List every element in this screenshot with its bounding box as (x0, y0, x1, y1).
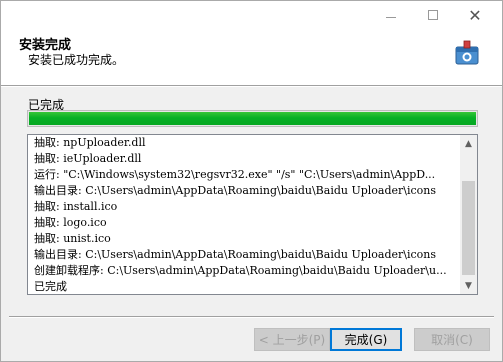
log-line: 创建卸载程序: C:\Users\admin\AppData\Roaming\b… (34, 264, 447, 277)
chevron-up-icon: ▲ (465, 138, 472, 149)
window-controls: ✕ (370, 5, 496, 25)
log-line: 输出目录: C:\Users\admin\AppData\Roaming\bai… (34, 248, 437, 261)
progress-bar-fill (29, 112, 476, 125)
scroll-down-button[interactable]: ▼ (460, 277, 477, 294)
progress-bar (27, 110, 478, 127)
close-icon: ✕ (468, 5, 482, 25)
log-line: 抽取: install.ico (34, 200, 118, 213)
scrollbar-thumb[interactable] (462, 181, 475, 275)
minimize-icon (386, 16, 396, 18)
close-button[interactable]: ✕ (454, 5, 496, 25)
log-lines: 抽取: npUploader.dll 抽取: ieUploader.dll 运行: … (34, 135, 456, 294)
page-subtitle: 安装已成功完成。 (28, 53, 125, 67)
finish-button[interactable]: 完成(G) (330, 328, 402, 351)
maximize-icon (428, 10, 438, 20)
log-line: 输出目录: C:\Users\admin\AppData\Roaming\bai… (34, 184, 437, 197)
log-line: 抽取: unist.ico (34, 232, 111, 245)
log-line: 运行: "C:\Windows\system32\regsvr32.exe" "… (34, 168, 436, 181)
minimize-button[interactable] (370, 5, 412, 25)
log-scrollbar[interactable]: ▲ ▼ (460, 135, 477, 294)
log-line: 抽取: ieUploader.dll (34, 152, 142, 165)
scroll-up-button[interactable]: ▲ (460, 135, 477, 152)
log-line: 已完成 (34, 280, 67, 293)
back-button[interactable]: < 上一步(P) (254, 328, 330, 351)
header-divider (1, 85, 502, 87)
header-panel: ✕ 安装完成 安装已成功完成。 (1, 1, 502, 85)
package-logo-icon (455, 40, 479, 65)
install-log-list[interactable]: 抽取: npUploader.dll 抽取: ieUploader.dll 运行: … (27, 134, 478, 295)
chevron-down-icon: ▼ (465, 280, 472, 291)
maximize-button[interactable] (412, 5, 454, 25)
log-line: 抽取: logo.ico (34, 216, 107, 229)
cancel-button[interactable]: 取消(C) (414, 328, 490, 351)
log-line: 抽取: npUploader.dll (34, 136, 146, 149)
installer-window: ✕ 安装完成 安装已成功完成。 已完成 抽取: npUploader.dll 抽取… (0, 0, 503, 362)
footer-divider (9, 316, 494, 318)
